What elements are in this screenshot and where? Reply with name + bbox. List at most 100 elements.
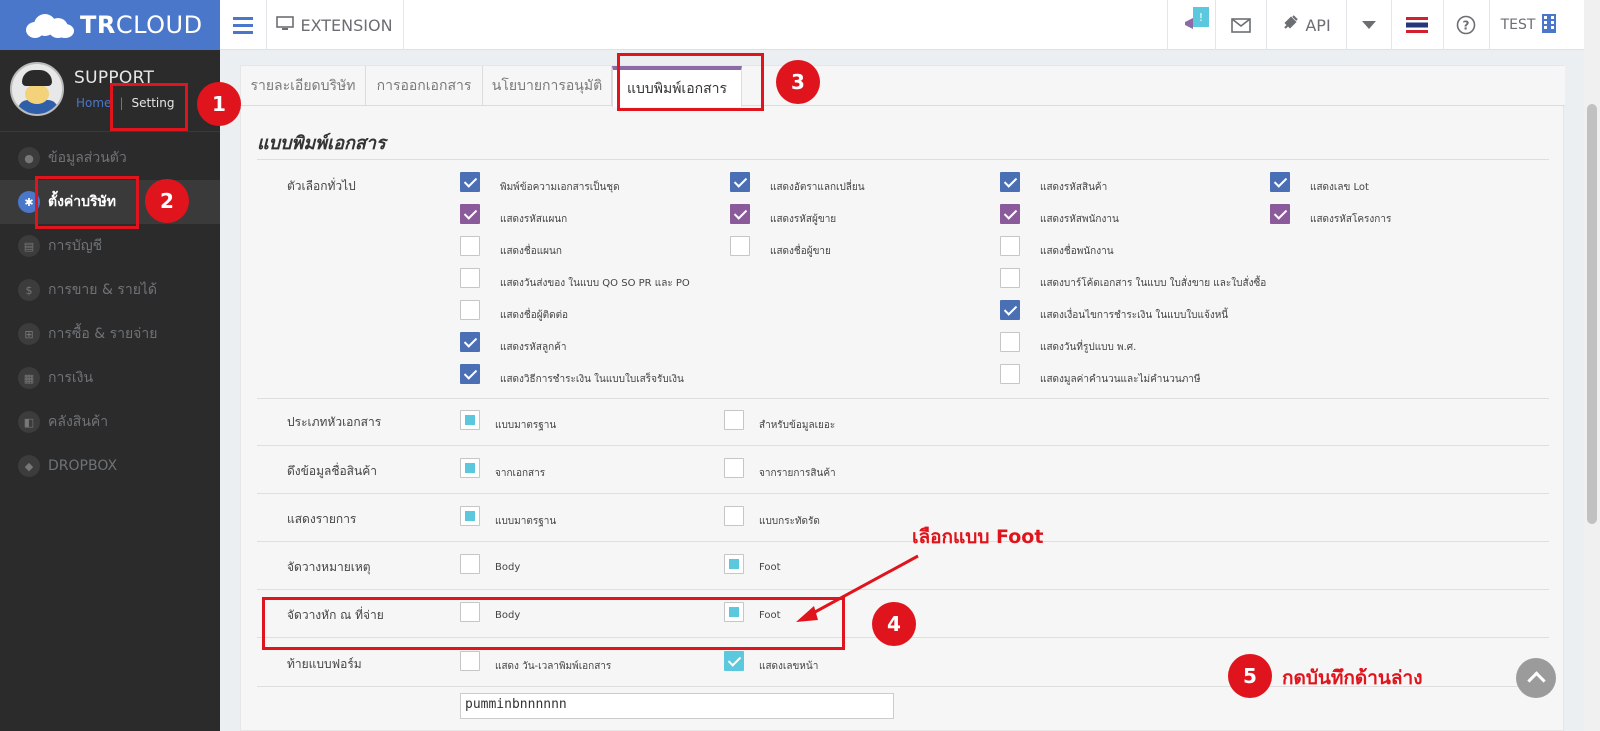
footer-text-input[interactable]: pumminbnnnnnn <box>460 693 894 719</box>
option-checkbox[interactable] <box>460 300 480 320</box>
mail-icon[interactable] <box>1215 0 1266 50</box>
option-checkbox[interactable] <box>1000 204 1020 224</box>
dropbox-icon: ◆ <box>18 455 40 477</box>
option-checkbox[interactable] <box>1000 332 1020 352</box>
notification-button[interactable]: ! <box>1167 0 1215 50</box>
annotation-arrow <box>796 554 919 622</box>
sidebar-item-label: DROPBOX <box>48 458 118 474</box>
section-title: แบบพิมพ์เอกสาร <box>257 133 386 154</box>
option-checkbox[interactable] <box>730 236 750 256</box>
page-scrollbar[interactable] <box>1584 0 1600 731</box>
choice-label: แสดงเลขหน้า <box>759 661 819 672</box>
divider <box>257 398 1549 399</box>
sidebar-item-sales[interactable]: $ การขาย & รายได้ <box>0 268 220 312</box>
divider <box>257 541 1549 542</box>
annotation-box-wht-row <box>262 597 845 650</box>
choice-label: แสดง วัน-เวลาพิมพ์เอกสาร <box>495 661 612 672</box>
radio-note-body[interactable] <box>460 554 480 574</box>
option-label: แสดงบาร์โค้ดเอกสาร ในแบบ ใบสั่งขาย และใบ… <box>1040 278 1267 289</box>
option-checkbox[interactable] <box>460 364 480 384</box>
sidebar-item-profile[interactable]: ● ข้อมูลส่วนตัว <box>0 136 220 180</box>
option-checkbox[interactable] <box>1270 172 1290 192</box>
radio-from-product-list[interactable] <box>724 458 744 478</box>
help-icon[interactable]: ? <box>1443 0 1489 50</box>
monitor-icon <box>276 15 295 35</box>
option-checkbox[interactable] <box>1000 364 1020 384</box>
extension-label: EXTENSION <box>300 15 393 35</box>
option-label: แสดงรหัสผู้ขาย <box>770 214 837 225</box>
option-checkbox[interactable] <box>460 172 480 192</box>
radio-compact[interactable] <box>724 506 744 526</box>
option-checkbox[interactable] <box>460 332 480 352</box>
annotation-number: 5 <box>1228 654 1272 698</box>
option-label: แสดงรหัสสินค้า <box>1040 182 1108 193</box>
annotation-choose-foot: เลือกแบบ Foot <box>912 526 1044 548</box>
sidebar-item-purchases[interactable]: ⊞ การซื้อ & รายจ่าย <box>0 312 220 356</box>
option-checkbox[interactable] <box>1270 204 1290 224</box>
radio-standard[interactable] <box>460 410 480 430</box>
plug-icon <box>1281 14 1299 36</box>
option-label: แสดงรหัสลูกค้า <box>500 342 567 353</box>
annotation-box-company-settings <box>35 176 139 229</box>
row-label-note-place: จัดวางหมายเหตุ <box>287 560 371 574</box>
sidebar-item-dropbox[interactable]: ◆ DROPBOX <box>0 444 220 488</box>
radio-from-document[interactable] <box>460 458 480 478</box>
caret-down-icon[interactable] <box>1346 0 1391 50</box>
checkbox-show-datetime[interactable] <box>460 651 480 671</box>
sidebar-item-finance[interactable]: ▦ การเงิน <box>0 356 220 400</box>
brand-rest: CLOUD <box>115 11 203 39</box>
scroll-to-top-button[interactable] <box>1516 658 1556 698</box>
option-checkbox[interactable] <box>1000 268 1020 288</box>
avatar[interactable] <box>10 62 64 116</box>
option-checkbox[interactable] <box>1000 236 1020 256</box>
option-label: แสดงเงื่อนไขการชำระเงิน ในแบบใบแจ้งหนี้ <box>1040 310 1229 321</box>
option-checkbox[interactable] <box>730 172 750 192</box>
sidebar-item-label: ข้อมูลส่วนตัว <box>48 150 127 166</box>
hamburger-icon[interactable] <box>220 0 266 50</box>
checkbox-show-page-number[interactable] <box>724 651 744 671</box>
sidebar-item-inventory[interactable]: ◧ คลังสินค้า <box>0 400 220 444</box>
divider <box>257 445 1549 446</box>
row-label-general: ตัวเลือกทั่วไป <box>287 179 356 193</box>
thai-flag-icon[interactable] <box>1391 0 1443 50</box>
svg-text:?: ? <box>1463 19 1470 33</box>
extension-menu[interactable]: EXTENSION <box>266 0 403 50</box>
option-checkbox[interactable] <box>1000 172 1020 192</box>
alert-badge: ! <box>1193 7 1209 27</box>
choice-label: จากเอกสาร <box>495 468 546 479</box>
cart-icon: ⊞ <box>18 323 40 345</box>
scrollbar-thumb[interactable] <box>1587 104 1597 524</box>
brand-logo[interactable]: TR CLOUD <box>0 0 220 50</box>
choice-label: สำหรับข้อมูลเยอะ <box>759 420 836 431</box>
sidebar: SUPPORT Home | Setting ● ข้อมูลส่วนตัว ✱ ต… <box>0 50 220 731</box>
annotation-save-below: กดบันทึกด้านล่าง <box>1282 667 1423 689</box>
sidebar-item-accounting[interactable]: ▤ การบัญชี <box>0 224 220 268</box>
radio-standard-items[interactable] <box>460 506 480 526</box>
option-checkbox[interactable] <box>460 268 480 288</box>
option-label: แสดงเลข Lot <box>1310 182 1369 193</box>
tab-approval-policy[interactable]: นโยบายการอนุมัติ <box>483 66 612 106</box>
radio-note-foot[interactable] <box>724 554 744 574</box>
tab-company-details[interactable]: รายละเอียดบริษัท <box>241 66 366 106</box>
divider <box>257 159 1549 160</box>
box-icon: ◧ <box>18 411 40 433</box>
option-label: แสดงรหัสแผนก <box>500 214 568 225</box>
choice-label: Foot <box>759 562 781 573</box>
sidebar-item-label: การเงิน <box>48 370 94 386</box>
option-checkbox[interactable] <box>460 236 480 256</box>
option-checkbox[interactable] <box>1000 300 1020 320</box>
option-label: แสดงชื่อแผนก <box>500 246 562 257</box>
tab-document-issue[interactable]: การออกเอกสาร <box>366 66 483 106</box>
choice-label: แบบมาตรฐาน <box>495 420 557 431</box>
user-menu[interactable]: TEST <box>1489 0 1569 50</box>
option-label: แสดงชื่อพนักงาน <box>1040 246 1114 257</box>
user-label: TEST <box>1500 17 1536 33</box>
radio-data-heavy[interactable] <box>724 410 744 430</box>
sidebar-item-label: การขาย & รายได้ <box>48 282 158 298</box>
breadcrumb-home[interactable]: Home <box>76 96 111 110</box>
option-checkbox[interactable] <box>460 204 480 224</box>
api-button[interactable]: API <box>1266 0 1346 50</box>
option-checkbox[interactable] <box>730 204 750 224</box>
dollar-icon: $ <box>18 279 40 301</box>
annotation-box-print-tab <box>617 53 764 111</box>
